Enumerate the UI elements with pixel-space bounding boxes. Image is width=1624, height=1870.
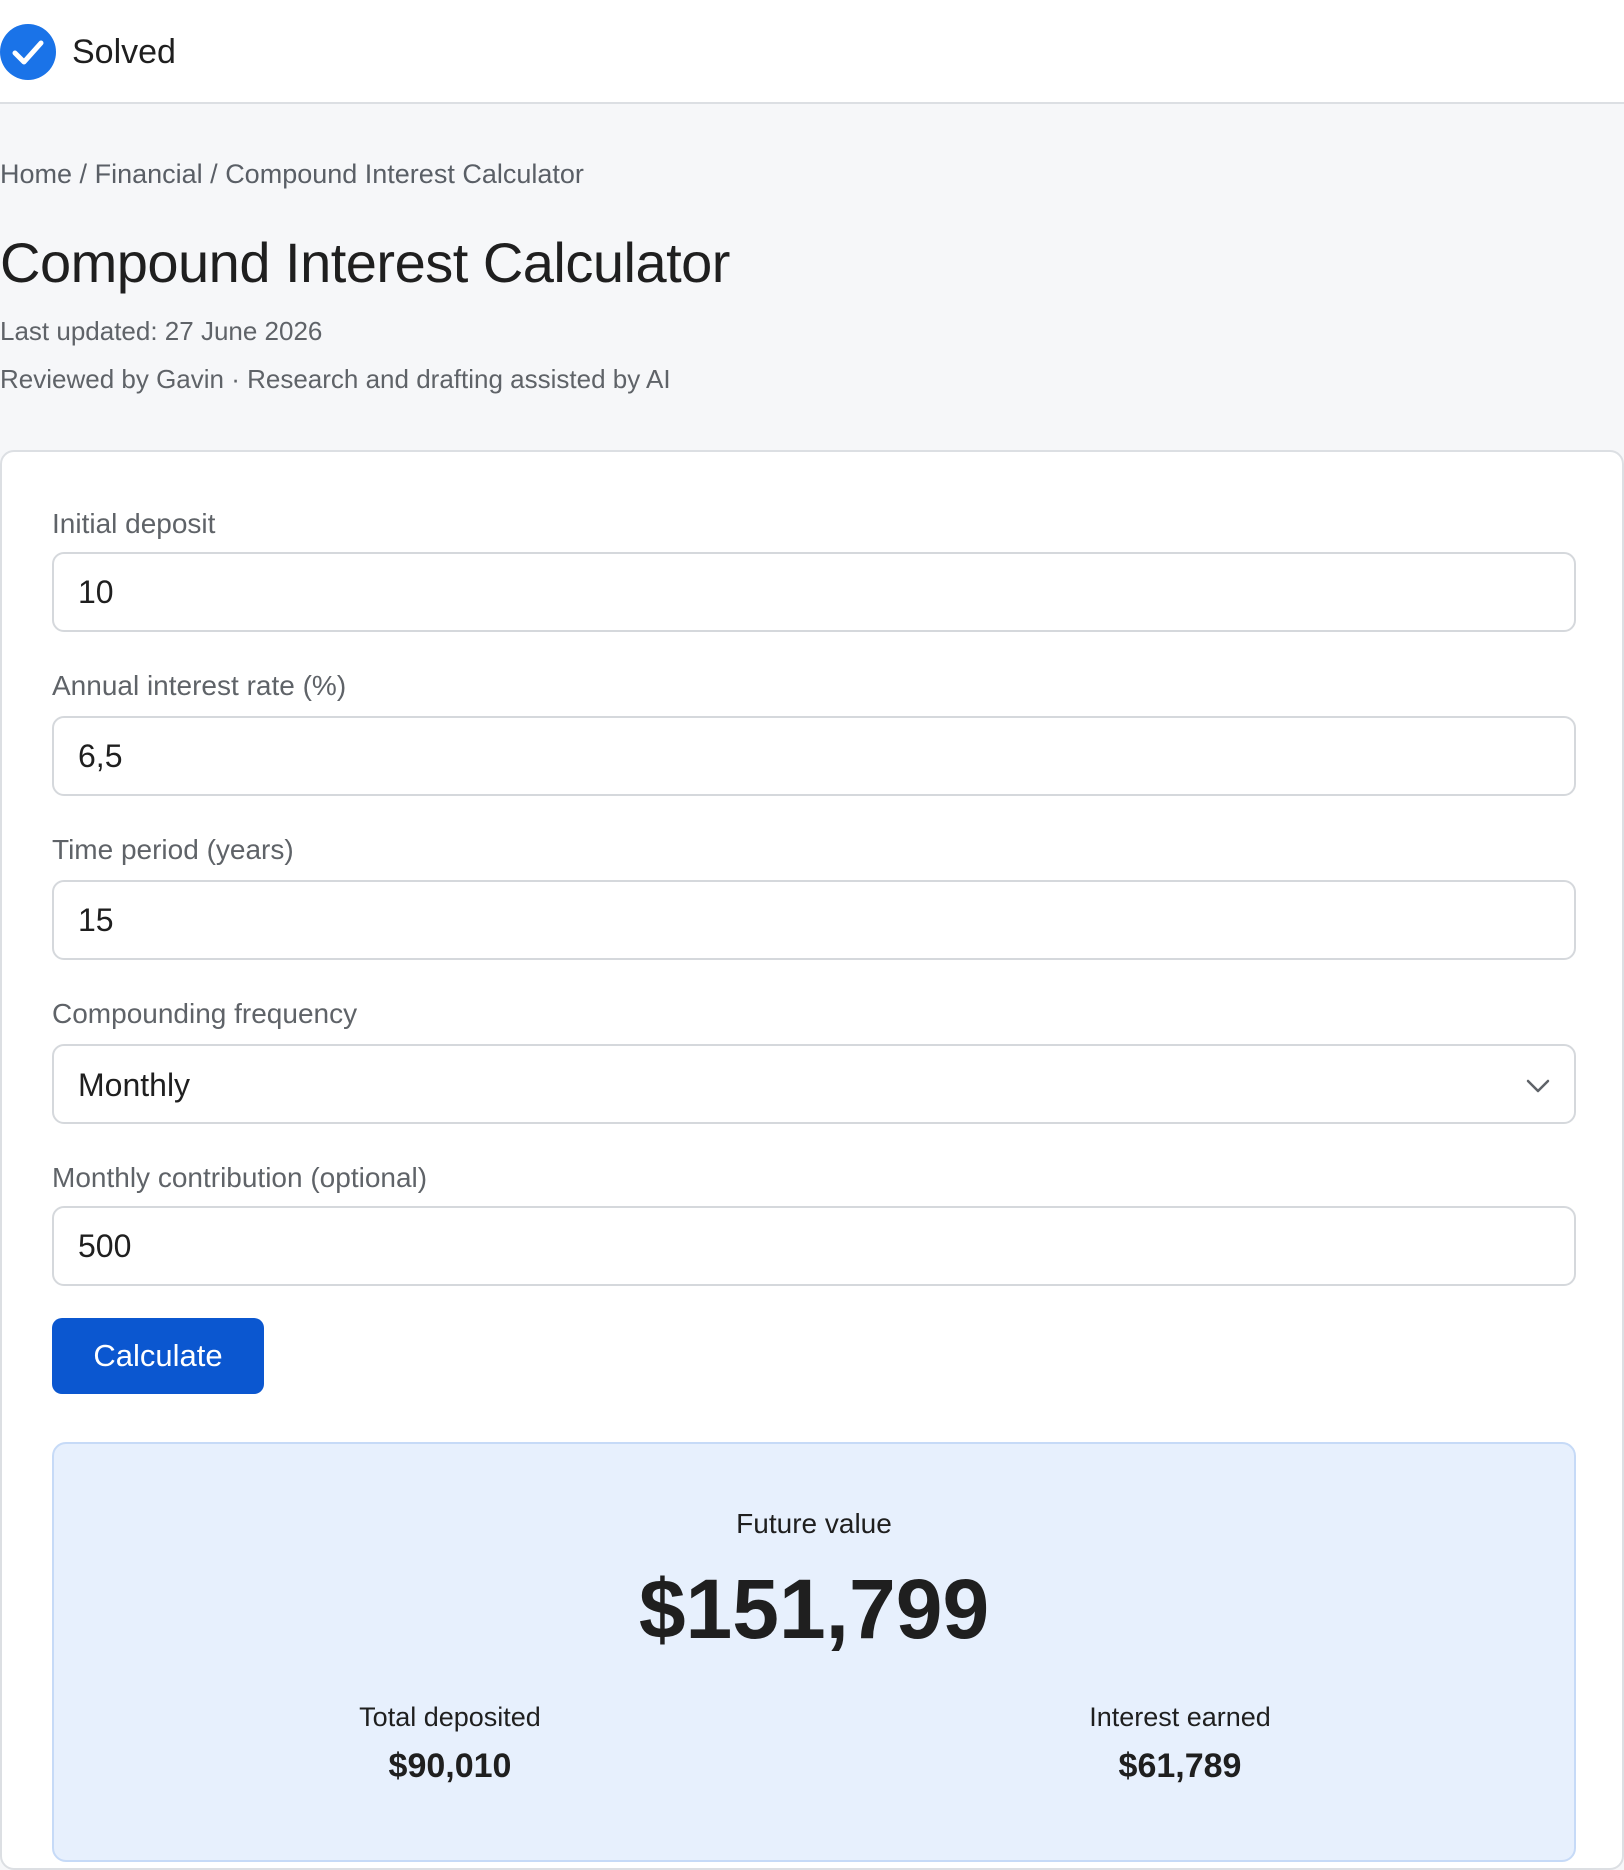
interest-rate-label: Annual interest rate (%) [52,670,347,701]
breadcrumb: Home / Financial / Compound Interest Cal… [0,156,584,192]
interest-earned-value: $61,789 [1118,1747,1242,1785]
check-circle-icon [0,24,56,80]
monthly-contribution-label: Monthly contribution (optional) [52,1162,428,1193]
breadcrumb-current: Compound Interest Calculator [225,159,584,189]
calculator-card: Initial deposit Annual interest rate (%)… [0,450,1624,1870]
breadcrumb-separator: / [79,159,88,189]
compounding-frequency-value: Monthly [78,1067,191,1103]
total-deposited-label: Total deposited [359,1702,541,1732]
breadcrumb-home[interactable]: Home [0,159,72,189]
results-panel: Future value $151,799 Total deposited $9… [52,1442,1576,1862]
total-deposited-value: $90,010 [388,1747,512,1785]
interest-rate-input[interactable] [52,716,1576,796]
interest-earned-label: Interest earned [1089,1702,1271,1732]
last-updated: Last updated: 27 June 2026 [0,316,323,346]
breadcrumb-separator: / [210,159,218,189]
compounding-frequency-label: Compounding frequency [52,998,358,1029]
initial-deposit-input[interactable] [52,552,1576,632]
compounding-frequency-select[interactable]: Monthly [52,1044,1576,1124]
future-value: $151,799 [638,1562,990,1656]
calculate-button[interactable]: Calculate [52,1318,264,1394]
time-period-input[interactable] [52,880,1576,960]
breadcrumb-financial[interactable]: Financial [95,159,203,189]
chevron-down-icon [1522,1070,1554,1102]
review-note: Reviewed by Gavin · Research and draftin… [0,364,671,394]
initial-deposit-label: Initial deposit [52,508,216,539]
future-value-label: Future value [736,1508,892,1539]
status-label: Solved [72,33,176,71]
status-bar: Solved [0,0,1624,104]
interest-earned-stat: Interest earned $61,789 [980,1700,1380,1788]
page-title: Compound Interest Calculator [0,231,730,294]
total-deposited-stat: Total deposited $90,010 [250,1700,650,1788]
monthly-contribution-input[interactable] [52,1206,1576,1286]
time-period-label: Time period (years) [52,834,294,865]
